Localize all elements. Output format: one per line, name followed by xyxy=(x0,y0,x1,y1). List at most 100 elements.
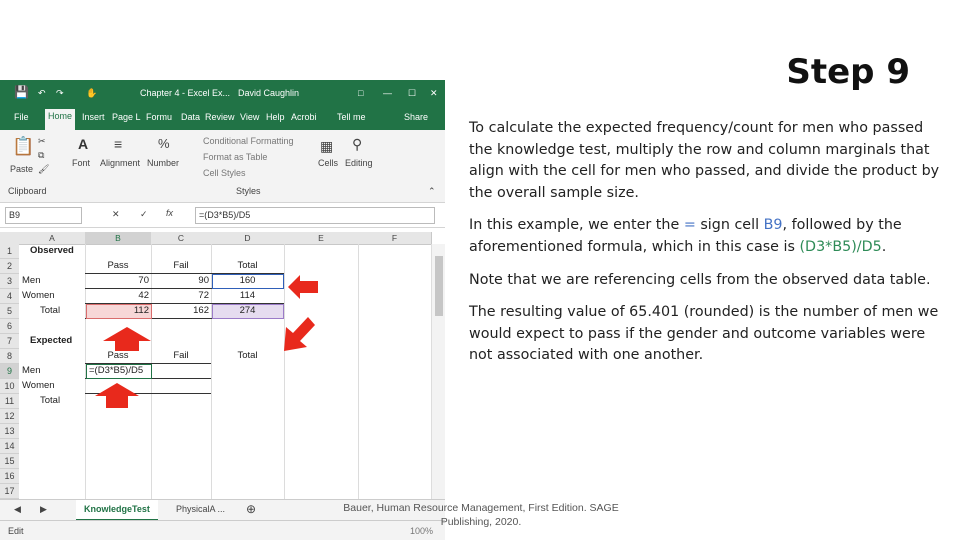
tab-view[interactable]: View xyxy=(240,112,259,122)
row-header[interactable]: 17 xyxy=(0,484,19,499)
alignment-label[interactable]: Alignment xyxy=(100,158,140,168)
cell-a1[interactable]: Observed xyxy=(30,244,74,258)
cell-a9[interactable]: Men xyxy=(22,364,40,378)
row-header[interactable]: 6 xyxy=(0,319,19,334)
cell-b3[interactable]: 70 xyxy=(85,274,149,288)
column-header-f[interactable]: F xyxy=(358,232,432,245)
enter-icon[interactable]: ✓ xyxy=(140,209,148,220)
column-header-e[interactable]: E xyxy=(284,232,359,245)
cell-a5[interactable]: Total xyxy=(40,304,60,318)
row-header[interactable]: 12 xyxy=(0,409,19,424)
redo-icon[interactable]: ↷ xyxy=(56,88,64,99)
tab-page-layout[interactable]: Page L xyxy=(112,112,141,122)
cell-c3[interactable]: 90 xyxy=(151,274,209,288)
row-header[interactable]: 11 xyxy=(0,394,19,409)
cell-c4[interactable]: 72 xyxy=(151,289,209,303)
collapse-ribbon-icon[interactable]: ⌃ xyxy=(428,186,436,197)
cells-icon[interactable]: ▦ xyxy=(320,138,333,155)
minimize-icon[interactable]: — xyxy=(383,88,392,98)
cell-d8[interactable]: Total xyxy=(211,349,284,363)
touch-mode-icon[interactable]: ✋ xyxy=(86,88,97,99)
sheet-tab-knowledgetest[interactable]: KnowledgeTest xyxy=(76,500,158,521)
row-header[interactable]: 3 xyxy=(0,274,19,289)
column-header-b[interactable]: B xyxy=(85,232,152,245)
cell-b5[interactable]: 112 xyxy=(85,304,149,318)
alignment-icon[interactable]: ≡ xyxy=(114,136,122,152)
close-icon[interactable]: ✕ xyxy=(430,88,438,99)
scroll-left-icon[interactable]: ◀ xyxy=(14,504,21,515)
tab-tell-me[interactable]: Tell me xyxy=(337,112,366,122)
cell-a10[interactable]: Women xyxy=(22,379,55,393)
user-name[interactable]: David Caughlin xyxy=(238,88,299,98)
status-mode: Edit xyxy=(8,526,24,536)
cancel-icon[interactable]: ✕ xyxy=(112,209,120,220)
scrollbar-thumb[interactable] xyxy=(435,256,443,316)
row-header[interactable]: 7 xyxy=(0,334,19,349)
row-header[interactable]: 4 xyxy=(0,289,19,304)
percent-icon[interactable]: % xyxy=(158,136,170,151)
scroll-right-icon[interactable]: ▶ xyxy=(40,504,47,515)
cell-c5[interactable]: 162 xyxy=(151,304,209,318)
maximize-icon[interactable]: ☐ xyxy=(408,88,416,99)
row-header[interactable]: 8 xyxy=(0,349,19,364)
row-header[interactable]: 15 xyxy=(0,454,19,469)
sheet-tab-physical[interactable]: PhysicalA ... xyxy=(176,504,225,514)
save-icon[interactable]: 💾 xyxy=(14,85,29,99)
row-header[interactable]: 16 xyxy=(0,469,19,484)
cell-d4[interactable]: 114 xyxy=(211,289,284,303)
search-icon[interactable]: ⚲ xyxy=(352,136,362,153)
cell-b4[interactable]: 42 xyxy=(85,289,149,303)
row-header[interactable]: 5 xyxy=(0,304,19,319)
insert-function-icon[interactable]: fx xyxy=(166,208,173,218)
row-header[interactable]: 1 xyxy=(0,244,19,259)
cell-b2[interactable]: Pass xyxy=(85,259,151,273)
paste-label[interactable]: Paste xyxy=(10,164,33,174)
vertical-scrollbar[interactable] xyxy=(431,244,445,499)
tab-file[interactable]: File xyxy=(14,112,29,122)
tab-help[interactable]: Help xyxy=(266,112,285,122)
cell-d2[interactable]: Total xyxy=(211,259,284,273)
p2-equals: = xyxy=(683,217,696,234)
share-button[interactable]: Share xyxy=(404,112,428,122)
row-header[interactable]: 2 xyxy=(0,259,19,274)
tab-acrobat[interactable]: Acrobi xyxy=(291,112,317,122)
tab-formulas[interactable]: Formu xyxy=(146,112,172,122)
row-header[interactable]: 13 xyxy=(0,424,19,439)
cut-icon[interactable]: ✂ xyxy=(38,136,46,147)
tab-insert[interactable]: Insert xyxy=(82,112,105,122)
paste-icon[interactable]: 📋 xyxy=(12,136,34,157)
undo-icon[interactable]: ↶ xyxy=(38,88,46,99)
name-box[interactable]: B9 xyxy=(5,207,82,224)
conditional-formatting-button[interactable]: Conditional Formatting xyxy=(203,136,294,146)
cell-styles-button[interactable]: Cell Styles xyxy=(203,168,246,178)
ribbon-display-icon[interactable]: □ xyxy=(358,88,363,98)
cell-c2[interactable]: Fail xyxy=(151,259,211,273)
cell-a7[interactable]: Expected xyxy=(30,334,72,348)
cell-b9[interactable]: =(D3*B5)/D5 xyxy=(89,364,143,378)
formula-input[interactable]: =(D3*B5)/D5 xyxy=(195,207,435,224)
cell-b8[interactable]: Pass xyxy=(85,349,151,363)
add-sheet-icon[interactable]: ⊕ xyxy=(246,502,256,516)
cell-c8[interactable]: Fail xyxy=(151,349,211,363)
cell-d5[interactable]: 274 xyxy=(211,304,284,318)
cell-a11[interactable]: Total xyxy=(40,394,60,408)
editing-label[interactable]: Editing xyxy=(345,158,373,168)
copy-icon[interactable]: ⧉ xyxy=(38,150,44,161)
cell-d3[interactable]: 160 xyxy=(211,274,284,288)
row-header[interactable]: 9 xyxy=(0,364,19,379)
format-painter-icon[interactable]: 🖌 xyxy=(38,164,49,175)
font-icon[interactable]: A xyxy=(78,136,88,152)
cell-a3[interactable]: Men xyxy=(22,274,40,288)
row-header[interactable]: 10 xyxy=(0,379,19,394)
format-as-table-button[interactable]: Format as Table xyxy=(203,152,267,162)
cell-a4[interactable]: Women xyxy=(22,289,55,303)
number-label[interactable]: Number xyxy=(147,158,179,168)
tab-home[interactable]: Home xyxy=(45,109,76,130)
tab-data[interactable]: Data xyxy=(181,112,200,122)
row-header[interactable]: 14 xyxy=(0,439,19,454)
cells-label[interactable]: Cells xyxy=(318,158,338,168)
column-header-c[interactable]: C xyxy=(151,232,212,245)
tab-review[interactable]: Review xyxy=(205,112,235,122)
column-header-d[interactable]: D xyxy=(211,232,285,245)
font-label[interactable]: Font xyxy=(72,158,90,168)
